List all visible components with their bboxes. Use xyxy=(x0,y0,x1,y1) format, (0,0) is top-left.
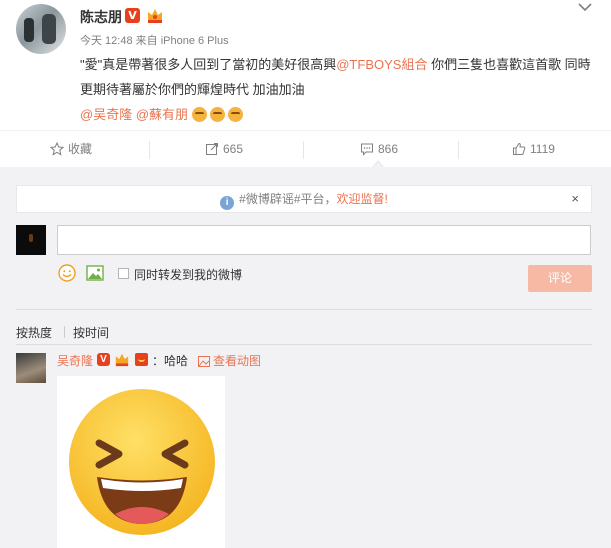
star-icon xyxy=(49,141,65,156)
notice-text[interactable]: #微博辟谣#平台， xyxy=(239,192,336,206)
chevron-down-icon[interactable] xyxy=(578,2,592,12)
post-text-part1: "愛"真是帶著很多人回到了當初的美好很高興 xyxy=(80,57,337,72)
mention-wuqilong[interactable]: @吴奇隆 xyxy=(80,107,132,122)
crown-badge-icon xyxy=(115,353,129,367)
sort-divider xyxy=(16,344,592,345)
view-animation-link[interactable]: 查看动图 xyxy=(198,352,261,369)
my-avatar[interactable] xyxy=(16,225,46,255)
emoji-icon[interactable] xyxy=(58,264,76,282)
sort-separator xyxy=(64,326,65,338)
sort-by-hot-tab[interactable]: 按热度 xyxy=(16,324,52,341)
action-divider xyxy=(458,141,459,159)
info-icon: i xyxy=(220,196,235,210)
image-icon xyxy=(198,356,210,367)
thumbs-up-icon xyxy=(513,142,526,155)
action-divider xyxy=(149,141,150,159)
red-envelope-badge-icon xyxy=(135,353,148,366)
mention-tfboys[interactable]: @TFBOYS組合 xyxy=(336,57,427,72)
comment-count: 866 xyxy=(378,142,399,156)
comment-text: ：哈哈 xyxy=(152,354,189,368)
repost-checkbox[interactable] xyxy=(118,268,129,279)
verified-v-icon: V xyxy=(97,353,110,366)
view-animation-label: 查看动图 xyxy=(213,354,262,368)
author-avatar[interactable] xyxy=(16,4,66,54)
like-count: 1119 xyxy=(530,142,555,156)
tiger-emoji-icon xyxy=(227,107,243,122)
sort-by-time-tab[interactable]: 按时间 xyxy=(73,324,109,341)
notice-accent[interactable]: 欢迎监督! xyxy=(337,192,388,206)
action-divider xyxy=(303,141,304,159)
weibo-post: 陈志朋 V 今天 12:48 来自 iPhone 6 Plus "愛"真是帶著很… xyxy=(0,0,611,130)
repost-button[interactable]: 665 xyxy=(205,131,243,168)
verified-v-icon: V xyxy=(125,8,140,23)
post-meta: 今天 12:48 来自 iPhone 6 Plus xyxy=(80,35,229,47)
like-button[interactable]: 1119 xyxy=(512,131,555,168)
post-content: "愛"真是帶著很多人回到了當初的美好很高興@TFBOYS組合 你們三隻也喜歡這首… xyxy=(80,52,600,127)
submit-comment-button[interactable]: 评论 xyxy=(528,265,592,292)
laughing-emoji-image[interactable] xyxy=(57,376,225,548)
crown-badge-icon xyxy=(148,9,162,23)
tiger-emoji-icon xyxy=(191,107,207,122)
favorite-label: 收藏 xyxy=(68,142,93,156)
repost-count: 665 xyxy=(223,142,244,156)
comment-input[interactable] xyxy=(57,225,591,255)
close-icon[interactable]: × xyxy=(571,186,579,212)
favorite-button[interactable]: 收藏 xyxy=(49,131,93,168)
repost-icon xyxy=(206,143,218,155)
post-action-bar: 收藏 665 866 1119 xyxy=(0,130,611,168)
repost-checkbox-label[interactable]: 同时转发到我的微博 xyxy=(134,266,242,283)
tiger-emoji-icon xyxy=(209,107,225,122)
image-icon[interactable] xyxy=(86,265,104,281)
section-divider xyxy=(16,309,592,310)
comment-icon xyxy=(361,143,373,156)
rumor-notice-bar: i #微博辟谣#平台，欢迎监督! × xyxy=(16,185,592,213)
commenter-name[interactable]: 吴奇隆 xyxy=(57,352,93,369)
commenter-avatar[interactable] xyxy=(16,353,46,383)
mention-suyoupeng[interactable]: @蘇有朋 xyxy=(136,107,188,122)
author-name[interactable]: 陈志朋 xyxy=(80,7,122,27)
